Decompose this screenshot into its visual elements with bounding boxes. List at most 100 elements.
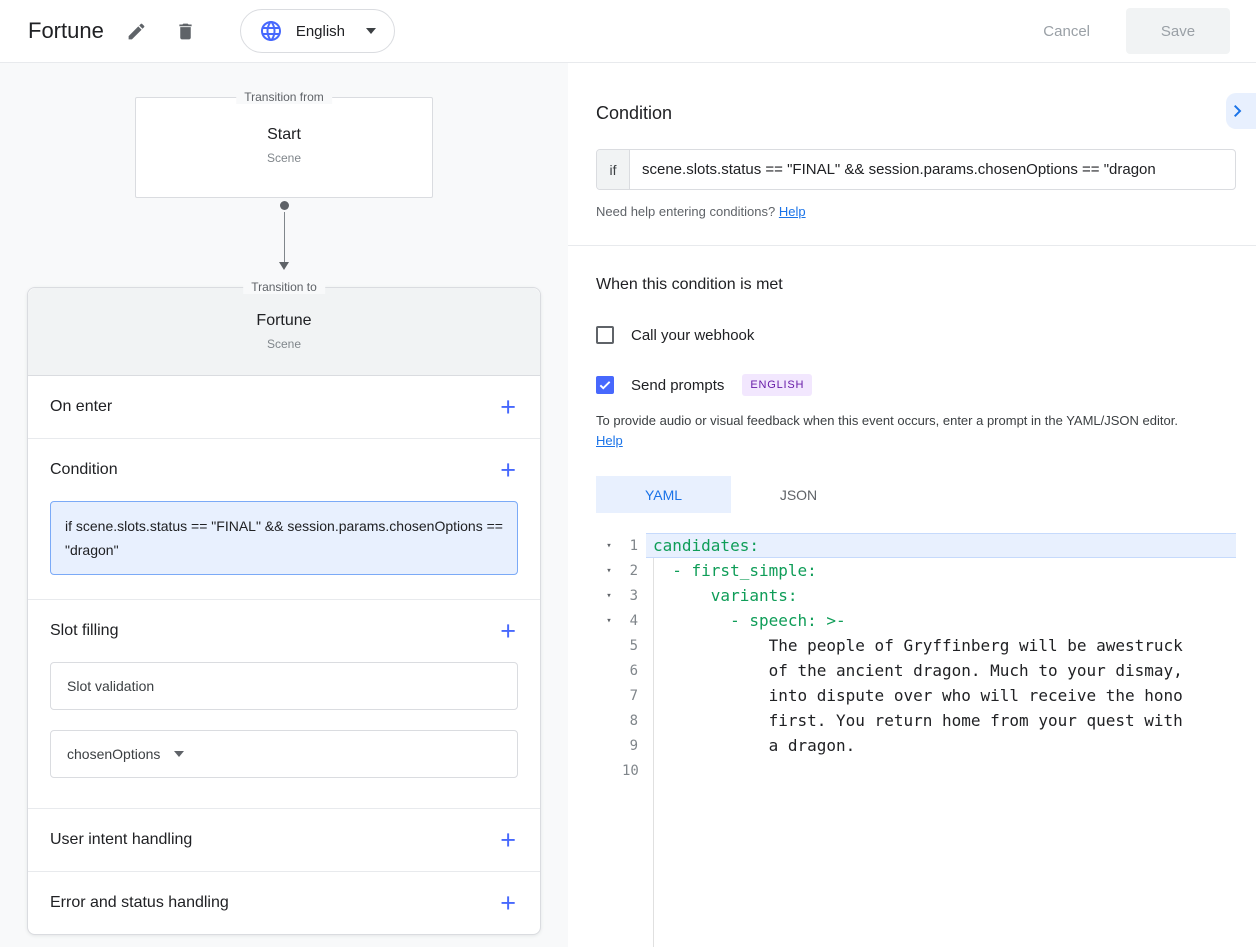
connector-line bbox=[284, 212, 285, 262]
yaml-editor[interactable]: ▾1candidates:▾2 - first_simple:▾3 varian… bbox=[596, 533, 1236, 947]
section-error-status: Error and status handling + bbox=[28, 872, 540, 934]
line-number: 9 bbox=[622, 738, 646, 754]
editor-line[interactable]: ▾1candidates: bbox=[596, 533, 1236, 558]
code-text: variants: bbox=[646, 583, 1236, 608]
add-on-enter-button[interactable]: + bbox=[498, 394, 518, 421]
send-prompts-label: Send prompts bbox=[631, 377, 724, 394]
topbar: Fortune English Cancel Save bbox=[0, 0, 1256, 63]
trash-icon bbox=[175, 21, 196, 42]
editor-line[interactable]: 6 of the ancient dragon. Much to your di… bbox=[596, 658, 1236, 683]
transition-from-node[interactable]: Transition from Start Scene bbox=[135, 97, 433, 198]
section-on-enter: On enter + bbox=[28, 376, 540, 438]
line-number: 7 bbox=[622, 688, 646, 704]
topbar-left: Fortune English bbox=[0, 9, 395, 53]
editor-line[interactable]: ▾3 variants: bbox=[596, 583, 1236, 608]
edit-title-button[interactable] bbox=[120, 15, 153, 48]
pencil-icon bbox=[126, 21, 147, 42]
chevron-right-icon bbox=[1226, 99, 1250, 123]
language-label: English bbox=[296, 23, 345, 40]
scene-title: Fortune bbox=[28, 18, 104, 44]
slot-validation-item[interactable]: Slot validation bbox=[50, 662, 518, 710]
from-scene-name: Start bbox=[136, 126, 432, 144]
line-number: 3 bbox=[622, 588, 646, 604]
line-number: 10 bbox=[622, 763, 646, 779]
line-number: 1 bbox=[622, 538, 646, 554]
checkmark-icon bbox=[598, 378, 612, 392]
transition-arrow bbox=[0, 198, 568, 270]
panel-divider bbox=[568, 245, 1256, 246]
delete-scene-button[interactable] bbox=[169, 15, 202, 48]
on-enter-label: On enter bbox=[50, 398, 112, 416]
slot-filling-label: Slot filling bbox=[50, 622, 118, 640]
user-intent-label: User intent handling bbox=[50, 831, 192, 849]
cancel-button[interactable]: Cancel bbox=[1037, 22, 1096, 41]
code-text: candidates: bbox=[646, 533, 1236, 558]
scene-canvas: Transition from Start Scene Transition t… bbox=[0, 63, 568, 947]
prompt-hint: To provide audio or visual feedback when… bbox=[596, 411, 1196, 451]
editor-line[interactable]: ▾2 - first_simple: bbox=[596, 558, 1236, 583]
webhook-row: Call your webhook bbox=[596, 326, 1236, 344]
to-scene-type: Scene bbox=[28, 337, 540, 351]
tab-json[interactable]: JSON bbox=[731, 476, 866, 513]
section-user-intent: User intent handling + bbox=[28, 809, 540, 871]
topbar-right: Cancel Save bbox=[1037, 8, 1256, 54]
language-selector[interactable]: English bbox=[240, 9, 395, 53]
tab-yaml[interactable]: YAML bbox=[596, 476, 731, 513]
webhook-checkbox[interactable] bbox=[596, 326, 614, 344]
editor-line[interactable]: ▾4 - speech: >- bbox=[596, 608, 1236, 633]
globe-icon bbox=[259, 19, 283, 43]
condition-help-link[interactable]: Help bbox=[779, 204, 806, 219]
add-slot-button[interactable]: + bbox=[498, 618, 518, 645]
arrow-down-icon bbox=[279, 262, 289, 270]
slot-param-label: chosenOptions bbox=[67, 746, 160, 762]
collapse-panel-button[interactable] bbox=[1226, 93, 1256, 129]
line-number: 4 bbox=[622, 613, 646, 629]
code-text: first. You return home from your quest w… bbox=[646, 708, 1236, 733]
code-text: - first_simple: bbox=[646, 558, 1236, 583]
fold-toggle-icon[interactable]: ▾ bbox=[596, 566, 622, 576]
save-button[interactable]: Save bbox=[1126, 8, 1230, 54]
code-text: into dispute over who will receive the h… bbox=[646, 683, 1236, 708]
code-text: - speech: >- bbox=[646, 608, 1236, 633]
code-text: The people of Gryffinberg will be awestr… bbox=[646, 633, 1236, 658]
to-scene-name: Fortune bbox=[28, 288, 540, 330]
editor-line[interactable]: 9 a dragon. bbox=[596, 733, 1236, 758]
editor-line[interactable]: 5 The people of Gryffinberg will be awes… bbox=[596, 633, 1236, 658]
section-condition: Condition + bbox=[28, 439, 540, 501]
transition-from-label: Transition from bbox=[236, 90, 332, 104]
line-number: 2 bbox=[622, 563, 646, 579]
send-prompts-row: Send prompts ENGLISH bbox=[596, 374, 1236, 396]
transition-to-label: Transition to bbox=[243, 280, 325, 294]
fold-toggle-icon[interactable]: ▾ bbox=[596, 541, 622, 551]
add-user-intent-button[interactable]: + bbox=[498, 827, 518, 854]
error-status-label: Error and status handling bbox=[50, 894, 229, 912]
language-badge: ENGLISH bbox=[742, 374, 812, 396]
condition-panel: Condition if scene.slots.status == "FINA… bbox=[568, 63, 1256, 947]
when-met-heading: When this condition is met bbox=[596, 276, 1236, 294]
editor-line[interactable]: 8 first. You return home from your quest… bbox=[596, 708, 1236, 733]
add-error-handler-button[interactable]: + bbox=[498, 890, 518, 917]
send-prompts-checkbox[interactable] bbox=[596, 376, 614, 394]
slot-param-select[interactable]: chosenOptions bbox=[50, 730, 518, 778]
if-prefix: if bbox=[597, 150, 630, 189]
condition-input-group: if scene.slots.status == "FINAL" && sess… bbox=[596, 149, 1236, 190]
code-lines: ▾1candidates:▾2 - first_simple:▾3 varian… bbox=[596, 533, 1236, 783]
caret-down-icon bbox=[366, 28, 376, 34]
fold-toggle-icon[interactable]: ▾ bbox=[596, 616, 622, 626]
add-condition-button[interactable]: + bbox=[498, 457, 518, 484]
editor-line[interactable]: 7 into dispute over who will receive the… bbox=[596, 683, 1236, 708]
transition-to-node[interactable]: Transition to Fortune Scene bbox=[28, 288, 540, 376]
condition-help-line: Need help entering conditions? Help bbox=[596, 204, 1236, 219]
line-number: 6 bbox=[622, 663, 646, 679]
fold-toggle-icon[interactable]: ▾ bbox=[596, 591, 622, 601]
condition-expression-input[interactable]: scene.slots.status == "FINAL" && session… bbox=[630, 150, 1235, 189]
webhook-label: Call your webhook bbox=[631, 327, 754, 344]
condition-chip[interactable]: if scene.slots.status == "FINAL" && sess… bbox=[50, 501, 518, 575]
editor-line[interactable]: 10 bbox=[596, 758, 1236, 783]
condition-label: Condition bbox=[50, 461, 118, 479]
panel-title: Condition bbox=[596, 103, 1236, 124]
from-scene-type: Scene bbox=[136, 151, 432, 165]
code-text: of the ancient dragon. Much to your dism… bbox=[646, 658, 1236, 683]
prompt-help-link[interactable]: Help bbox=[596, 433, 623, 448]
scene-card: Transition to Fortune Scene On enter + C… bbox=[27, 287, 541, 935]
